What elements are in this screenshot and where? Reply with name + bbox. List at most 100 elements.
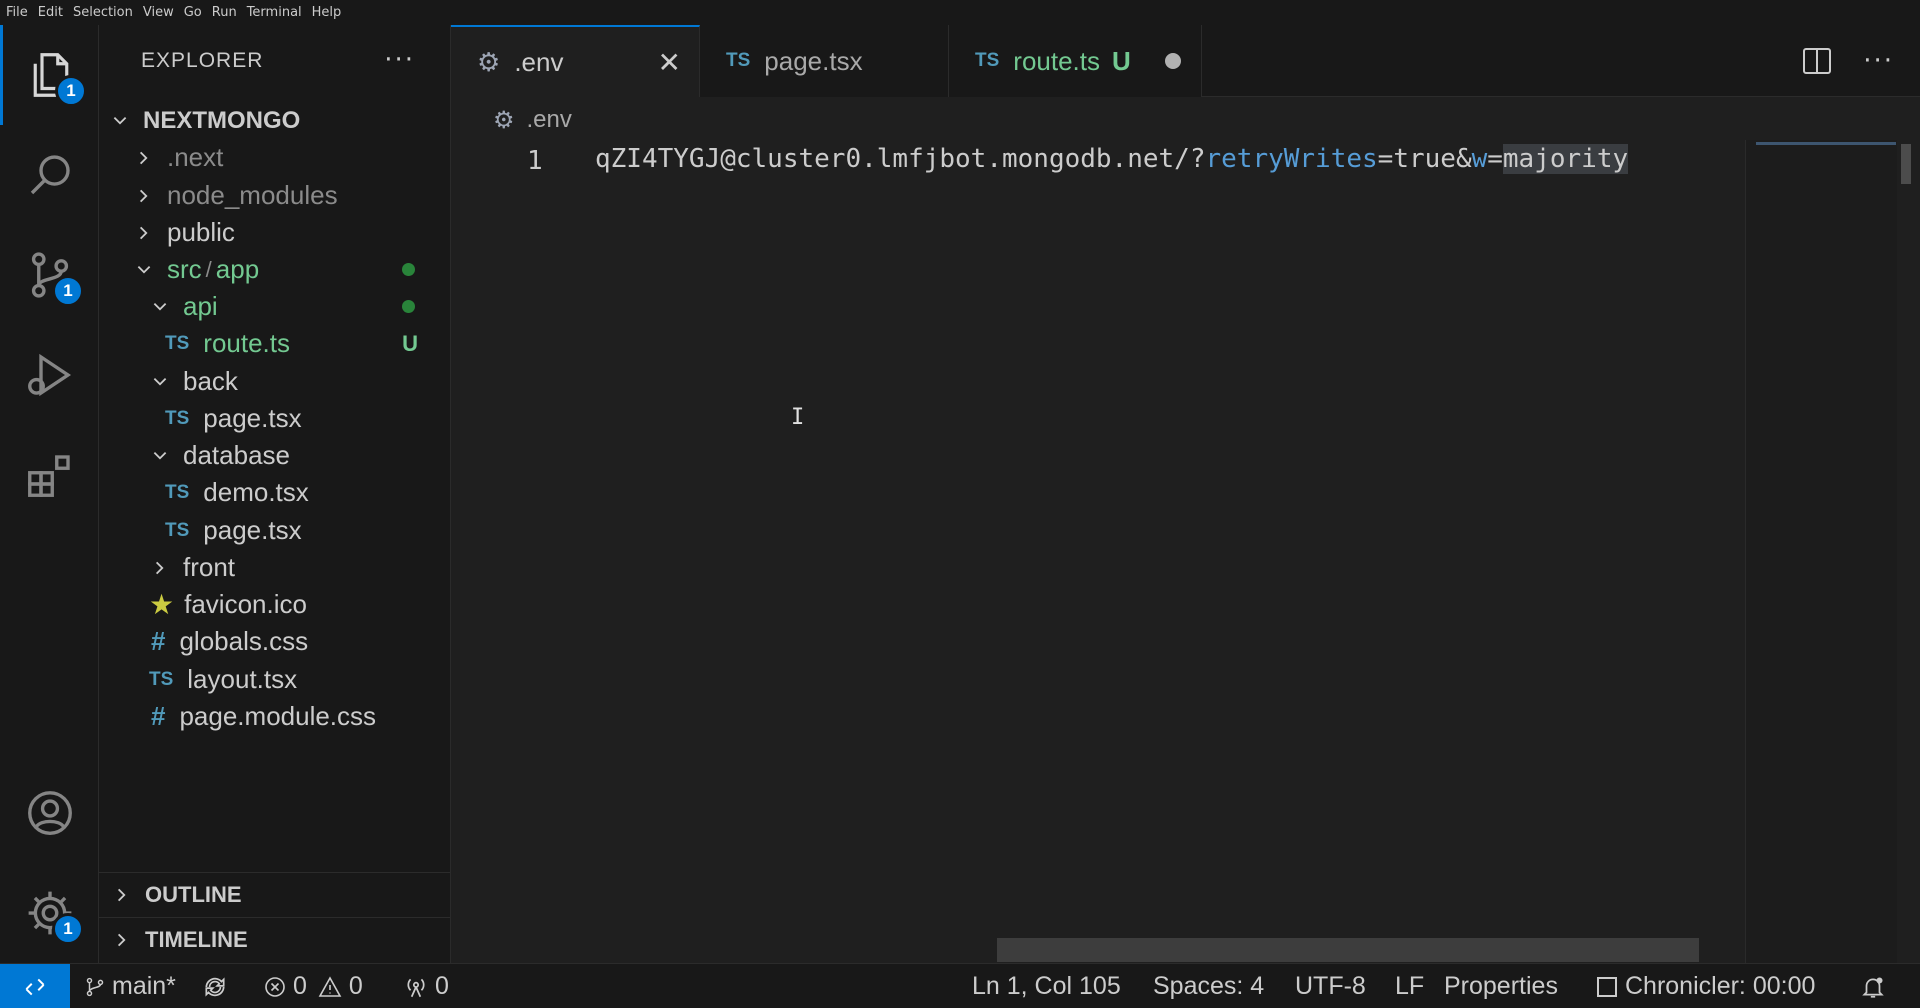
- problems-status[interactable]: 0 0: [263, 964, 363, 1008]
- git-branch-icon: [86, 977, 104, 996]
- tree-label: route.ts: [203, 328, 290, 358]
- notifications-button[interactable]: [1860, 964, 1892, 1008]
- activity-extensions[interactable]: [0, 425, 99, 525]
- activity-explorer[interactable]: 1: [0, 25, 99, 125]
- outline-section[interactable]: OUTLINE: [99, 872, 451, 917]
- tree-label: node_modules: [167, 180, 338, 210]
- tab-untracked-badge: U: [1112, 45, 1131, 76]
- warning-icon: [318, 975, 342, 997]
- split-editor-icon[interactable]: [1803, 48, 1832, 74]
- warning-count: 0: [348, 972, 363, 1000]
- sync-button[interactable]: [202, 964, 234, 1008]
- chevron-right-icon: [133, 224, 155, 242]
- tab-env[interactable]: ⚙ .env ✕: [451, 25, 700, 97]
- code-editor[interactable]: 1 qZI4TYGJ@cluster0.lmfjbot.mongodb.net/…: [451, 140, 1920, 963]
- branch-name: main*: [112, 972, 176, 1000]
- tab-page-tsx[interactable]: TS page.tsx: [700, 25, 949, 97]
- tree-label-app: app: [215, 254, 260, 284]
- breadcrumb-file: .env: [526, 106, 572, 133]
- timeline-label: TIMELINE: [145, 927, 248, 952]
- eol-status[interactable]: LF: [1395, 964, 1424, 1008]
- settings-badge: 1: [52, 913, 84, 945]
- typescript-icon: TS: [149, 668, 174, 690]
- code-text: =: [1487, 144, 1503, 174]
- sync-icon: [205, 976, 225, 997]
- chevron-down-icon: [149, 298, 171, 316]
- chevron-right-icon: [133, 149, 155, 167]
- indentation-status[interactable]: Spaces: 4: [1153, 964, 1264, 1008]
- gear-icon: ⚙: [493, 106, 515, 134]
- code-key: w: [1471, 144, 1488, 174]
- breadcrumb[interactable]: ⚙ .env: [493, 104, 572, 136]
- horizontal-scrollbar[interactable]: [997, 938, 1699, 962]
- tree-label: globals.css: [179, 626, 309, 656]
- activity-run-debug[interactable]: [0, 325, 99, 425]
- encoding-status[interactable]: UTF-8: [1295, 964, 1366, 1008]
- tree-label: public: [167, 217, 235, 247]
- menu-file[interactable]: File: [6, 5, 28, 20]
- eol-label: LF: [1395, 972, 1425, 1000]
- activity-search[interactable]: [0, 125, 99, 225]
- error-icon: [265, 976, 285, 997]
- chronicler-label: Chronicler: 00:00: [1625, 972, 1816, 1000]
- explorer-sidebar: EXPLORER ··· NEXTMONGO .next node_module…: [99, 25, 451, 963]
- css-icon: #: [151, 701, 166, 731]
- unsaved-dot[interactable]: [1165, 53, 1181, 69]
- tree-label: page.module.css: [179, 701, 377, 731]
- run-debug-icon: [27, 353, 71, 397]
- remote-indicator[interactable]: [0, 964, 70, 1008]
- tree-label: back: [183, 366, 238, 396]
- bell-icon: [1862, 976, 1884, 998]
- activity-accounts[interactable]: [0, 763, 99, 863]
- explorer-more-button[interactable]: ···: [384, 45, 415, 75]
- cursor-position[interactable]: Ln 1, Col 105: [972, 964, 1121, 1008]
- branch-status[interactable]: main*: [84, 964, 176, 1008]
- menu-selection[interactable]: Selection: [73, 5, 133, 20]
- typescript-icon: TS: [165, 481, 190, 503]
- chevron-down-icon: [149, 447, 171, 465]
- tree-label: database: [183, 440, 290, 470]
- code-line[interactable]: qZI4TYGJ@cluster0.lmfjbot.mongodb.net/?r…: [595, 144, 1745, 174]
- vertical-scrollbar[interactable]: [1901, 144, 1911, 184]
- menu-go[interactable]: Go: [184, 5, 202, 20]
- activity-source-control[interactable]: 1: [0, 225, 99, 325]
- minimap[interactable]: [1745, 140, 1897, 963]
- gear-icon: ⚙: [477, 46, 501, 77]
- explorer-header: EXPLORER ···: [99, 25, 451, 97]
- remote-icon: [25, 978, 45, 995]
- tree-path-separator: /: [205, 256, 212, 282]
- tree-label: page.tsx: [203, 515, 302, 545]
- minimap-line: [1756, 142, 1896, 145]
- menu-view[interactable]: View: [143, 5, 174, 20]
- tab-route-ts[interactable]: TS route.ts U: [949, 25, 1202, 97]
- close-icon[interactable]: ✕: [658, 46, 681, 79]
- menu-terminal[interactable]: Terminal: [247, 5, 302, 20]
- account-icon: [27, 791, 72, 835]
- ports-status[interactable]: 0: [403, 964, 449, 1008]
- ports-count: 0: [435, 972, 449, 1000]
- indentation-label: Spaces: 4: [1153, 972, 1265, 1000]
- tree-label: favicon.ico: [184, 589, 307, 619]
- menu-help[interactable]: Help: [312, 5, 342, 20]
- scm-badge: 1: [52, 275, 84, 307]
- line-number: 1: [527, 146, 543, 176]
- css-icon: #: [151, 626, 166, 656]
- tree-label-src: src: [167, 254, 202, 284]
- tree-file-page-module[interactable]: # page.module.css: [99, 694, 451, 739]
- chronicler-status[interactable]: Chronicler: 00:00: [1597, 964, 1815, 1008]
- explorer-badge: 1: [55, 75, 87, 107]
- search-icon: [30, 155, 70, 195]
- menu-edit[interactable]: Edit: [38, 5, 63, 20]
- tab-label: page.tsx: [764, 45, 863, 76]
- extensions-icon: [27, 455, 70, 497]
- menu-run[interactable]: Run: [212, 5, 237, 20]
- timeline-section[interactable]: TIMELINE: [99, 917, 451, 962]
- code-key: retryWrites: [1205, 144, 1378, 174]
- activity-manage[interactable]: 1: [0, 863, 99, 963]
- encoding-label: UTF-8: [1295, 972, 1366, 1000]
- language-mode[interactable]: Properties: [1444, 964, 1558, 1008]
- typescript-icon: TS: [726, 50, 751, 71]
- tab-label: .env: [514, 46, 564, 77]
- tree-label: demo.tsx: [203, 477, 309, 507]
- more-actions-button[interactable]: ···: [1863, 46, 1894, 76]
